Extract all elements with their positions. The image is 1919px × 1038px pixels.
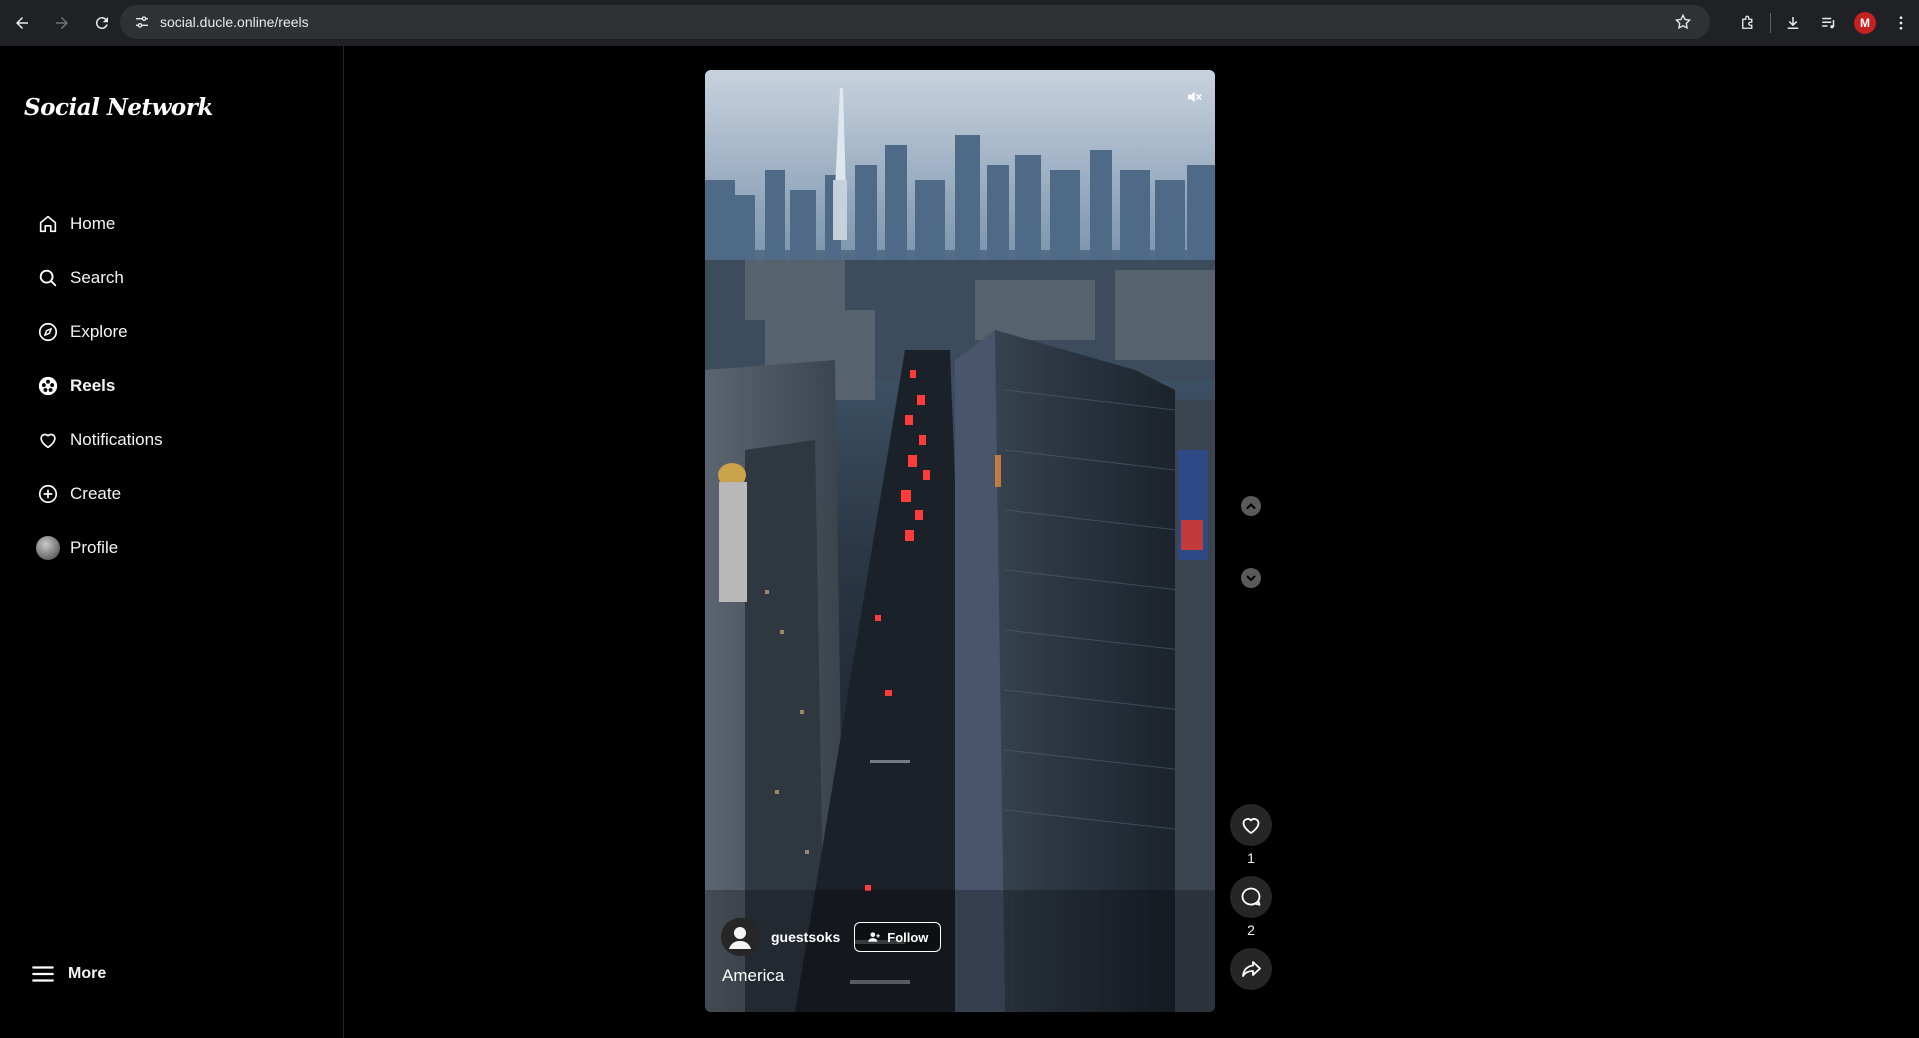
user-icon	[721, 918, 759, 956]
comment-count: 2	[1247, 922, 1255, 938]
site-info-icon[interactable]	[124, 5, 160, 39]
downloads-button[interactable]	[1775, 5, 1811, 41]
compass-icon	[36, 320, 60, 344]
sidebar-item-label: Reels	[70, 376, 116, 395]
follow-button[interactable]: Follow	[854, 922, 942, 952]
chevron-down-icon	[1246, 575, 1256, 582]
sidebar-item-label: Search	[70, 268, 124, 287]
sidebar-item-reels[interactable]: Reels	[24, 362, 324, 410]
kebab-menu-icon	[1899, 16, 1903, 30]
reload-icon	[95, 17, 108, 30]
sidebar: Social Network Home Search Explore Reels…	[0, 46, 344, 1038]
author-username[interactable]: guestsoks	[771, 929, 840, 945]
browser-actions: M	[1730, 0, 1919, 46]
arrow-left-icon	[16, 17, 28, 29]
reel-author: guestsoks Follow	[721, 918, 942, 956]
sidebar-item-create[interactable]: Create	[24, 470, 324, 518]
reel-caption: America	[722, 966, 785, 985]
sidebar-item-label: Profile	[70, 538, 119, 557]
comment-button[interactable]	[1230, 876, 1272, 918]
avatar[interactable]	[721, 918, 759, 956]
mute-button[interactable]	[1183, 86, 1205, 108]
chevron-up-icon	[1246, 503, 1256, 509]
puzzle-icon	[1742, 15, 1753, 29]
next-reel-button[interactable]	[1241, 568, 1261, 588]
toolbar-divider	[1770, 13, 1771, 33]
sidebar-item-home[interactable]: Home	[24, 200, 324, 248]
sidebar-item-label: Notifications	[70, 430, 163, 449]
sidebar-item-notifications[interactable]: Notifications	[24, 416, 324, 464]
sidebar-item-profile[interactable]: Profile	[24, 524, 324, 572]
download-icon	[1787, 17, 1799, 29]
heart-icon	[1242, 818, 1260, 834]
profile-button[interactable]: M	[1847, 5, 1883, 41]
user-plus-icon	[868, 932, 881, 942]
previous-reel-button[interactable]	[1241, 496, 1261, 516]
extensions-button[interactable]	[1730, 5, 1766, 41]
reels-icon	[36, 374, 60, 398]
share-arrow-icon	[1242, 961, 1261, 977]
share-button[interactable]	[1230, 948, 1272, 990]
url-text[interactable]: social.ducle.online/reels	[160, 14, 309, 30]
sidebar-item-explore[interactable]: Explore	[24, 308, 324, 356]
reel-video-frame	[705, 70, 1215, 1012]
like-count: 1	[1247, 850, 1255, 866]
browser-menu-button[interactable]	[1883, 5, 1919, 41]
arrow-right-icon	[56, 17, 68, 29]
forward-button[interactable]	[44, 5, 80, 41]
volume-muted-icon	[1188, 91, 1202, 103]
search-icon	[36, 266, 60, 290]
follow-label: Follow	[887, 929, 929, 945]
profile-avatar: M	[1854, 12, 1876, 34]
reload-button[interactable]	[84, 5, 120, 41]
sidebar-item-search[interactable]: Search	[24, 254, 324, 302]
media-controls-button[interactable]	[1811, 5, 1847, 41]
sidebar-item-label: Create	[70, 484, 122, 503]
home-icon	[36, 212, 60, 236]
browser-toolbar: social.ducle.online/reels M	[0, 0, 1919, 46]
reel-video[interactable]: guestsoks Follow America	[705, 70, 1215, 1012]
app-logo[interactable]: Social Network	[24, 94, 213, 121]
plus-circle-icon	[36, 482, 60, 506]
heart-icon	[36, 428, 60, 452]
bookmark-star-icon[interactable]	[1674, 13, 1692, 31]
sidebar-item-label: Home	[70, 214, 116, 233]
hamburger-menu-icon	[32, 966, 54, 982]
more-label: More	[68, 965, 107, 982]
address-bar[interactable]: social.ducle.online/reels	[120, 5, 1710, 39]
profile-avatar	[36, 536, 60, 560]
playlist-icon	[1822, 17, 1835, 29]
sidebar-item-label: Explore	[70, 322, 128, 341]
more-button[interactable]: More	[30, 954, 106, 994]
avatar	[36, 536, 60, 560]
like-button[interactable]	[1230, 804, 1272, 846]
back-button[interactable]	[4, 5, 40, 41]
comment-icon	[1241, 887, 1261, 906]
